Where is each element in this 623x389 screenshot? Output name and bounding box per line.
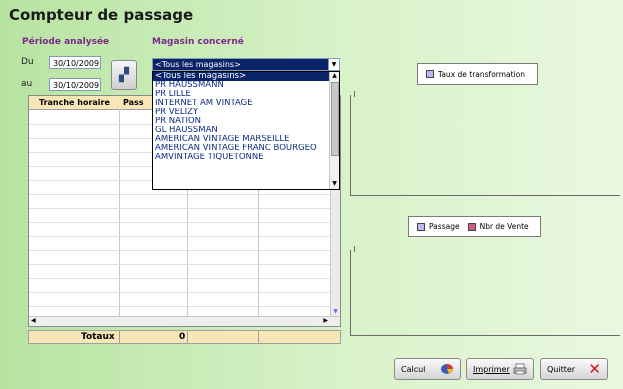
store-option[interactable]: PR VELIZY (153, 108, 339, 117)
calendar-button[interactable]: ▞ (111, 60, 137, 90)
legend-label: Nbr de Vente (479, 222, 529, 231)
store-option[interactable]: PR HAUSSMANN (153, 81, 339, 90)
dropdown-scrollbar[interactable]: ▲ ▼ (329, 72, 339, 189)
from-date-input[interactable]: 30/10/2009 (49, 56, 101, 69)
scroll-left-icon[interactable]: ◀ (31, 317, 36, 324)
store-option[interactable]: AMERICAN VINTAGE FRANC BOURGEO (153, 144, 339, 153)
legend-label: Taux de transformation (438, 69, 526, 79)
store-option[interactable]: GL HAUSSMAN (153, 126, 339, 135)
legend-swatch (467, 222, 476, 231)
legend-swatch (426, 70, 434, 78)
to-label: au (21, 79, 33, 89)
store-label: Magasin concerné (152, 37, 244, 47)
close-icon: ✕ (588, 359, 601, 378)
scroll-up-icon[interactable]: ▲ (330, 72, 339, 81)
totals-label: Totaux (81, 332, 115, 342)
from-label: Du (21, 57, 34, 67)
calendar-icon: ▞ (119, 67, 129, 83)
grid-horizontal-scrollbar[interactable]: ◀ ▶ (29, 316, 340, 326)
print-button[interactable]: Imprimer (466, 358, 534, 380)
store-select-value: <Tous les magasins> (155, 60, 241, 69)
passage-sales-chart (350, 246, 620, 336)
quit-button[interactable]: Quitter ✕ (540, 358, 608, 380)
dropdown-scroll-thumb[interactable] (331, 82, 339, 156)
col-header-tranche: Tranche horaire (39, 98, 110, 107)
store-dropdown-list[interactable]: <Tous les magasins> PR HAUSSMANN PR LILL… (152, 71, 340, 190)
pie-chart-icon (441, 364, 454, 374)
store-option[interactable]: PR NATION (153, 117, 339, 126)
chevron-down-icon[interactable]: ▼ (328, 59, 339, 70)
legend-swatch (417, 222, 425, 231)
chart2-legend: Passage Nbr de Vente (408, 216, 541, 237)
scroll-right-icon[interactable]: ▶ (323, 317, 328, 324)
col-header-passage: Pass (123, 98, 144, 107)
store-option[interactable]: <Tous les magasins> (153, 72, 339, 81)
to-date-input[interactable]: 30/10/2009 (49, 78, 101, 91)
legend-label: Passage (429, 222, 460, 231)
store-option[interactable]: INTERNET AM VINTAGE (153, 99, 339, 108)
store-select[interactable]: <Tous les magasins> ▼ (152, 58, 340, 71)
period-label: Période analysée (22, 37, 110, 47)
totals-passage-value: 0 (179, 332, 186, 342)
printer-icon (513, 363, 527, 375)
print-button-label: Imprimer (473, 364, 510, 374)
quit-button-label: Quitter (547, 364, 576, 374)
store-option[interactable]: AMERICAN VINTAGE MARSEILLE (153, 135, 339, 144)
totals-row: Totaux 0 (28, 330, 341, 344)
store-option[interactable]: AMVINTAGE TIQUETONNE (153, 153, 339, 162)
scroll-down-icon[interactable]: ▼ (330, 180, 339, 189)
page-title: Compteur de passage (9, 6, 194, 24)
calc-button-label: Calcul (401, 364, 426, 374)
chart1-legend: Taux de transformation (417, 63, 538, 85)
store-option[interactable]: PR LILLE (153, 90, 339, 99)
conversion-rate-chart (350, 91, 620, 196)
calc-button[interactable]: Calcul (394, 358, 461, 380)
